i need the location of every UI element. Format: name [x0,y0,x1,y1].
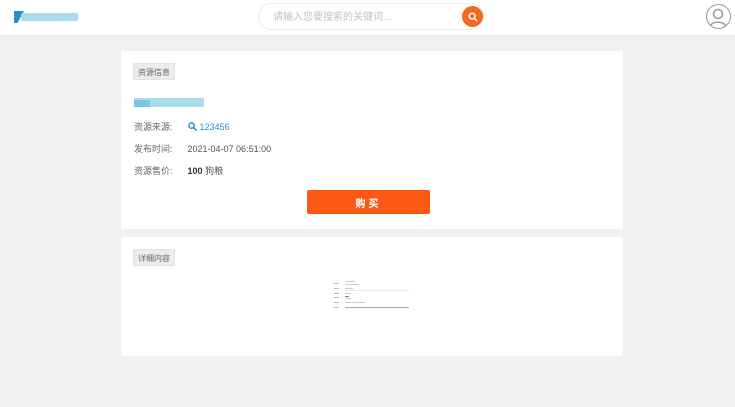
search-bar [258,3,484,30]
user-icon [709,8,727,28]
resource-info-card: 资源信息 资源来源: 123456 发布时间: 2021-04-07 06:51… [121,51,623,229]
search-button[interactable] [462,6,483,27]
search-input[interactable] [273,9,453,25]
source-value: 123456 [199,122,230,132]
top-bar [0,0,735,36]
source-label: 资源来源: [134,122,173,132]
logo-text-redacted [21,13,78,21]
price-unit: 狗粮 [205,166,224,176]
resource-info-tag: 资源信息 [133,63,175,80]
content-thumbnail [333,279,411,311]
publish-time-label: 发布时间: [134,144,173,154]
search-icon [468,12,478,22]
search-icon [187,122,197,131]
publish-time-row: 发布时间: 2021-04-07 06:51:00 [134,142,271,156]
user-avatar[interactable] [706,4,731,29]
price-value: 100 [187,166,203,176]
publish-time-value: 2021-04-07 06:51:00 [187,144,272,154]
source-row: 资源来源: 123456 [134,120,230,134]
detail-content-tag: 详细内容 [133,249,175,266]
price-label: 资源售价: [134,166,173,176]
site-logo[interactable] [14,11,78,23]
price-row: 资源售价: 100 狗粮 [134,164,223,178]
resource-title-redacted [134,95,204,108]
source-link[interactable]: 123456 [187,122,230,132]
buy-button[interactable]: 购买 [307,190,430,214]
detail-content-card: 详细内容 [121,237,623,356]
